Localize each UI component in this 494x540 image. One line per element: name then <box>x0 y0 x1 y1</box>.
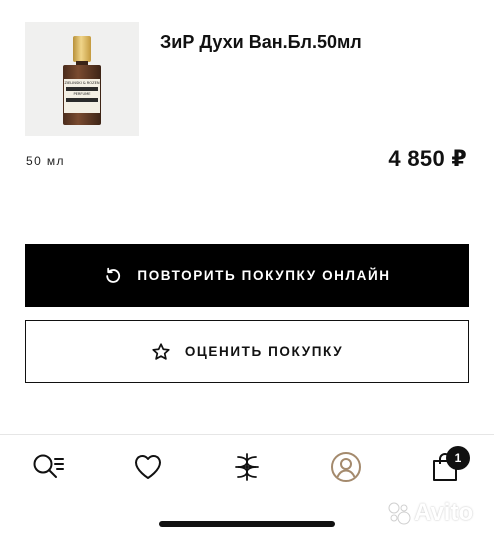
watermark-text: Avito <box>414 499 474 526</box>
heart-icon <box>134 454 162 479</box>
avito-logo-icon <box>388 502 411 525</box>
product-price: 4 850 ₽ <box>388 146 467 171</box>
bottle-label-brand: ZIELINSKI & ROZEN <box>64 81 100 85</box>
product-title[interactable]: ЗиР Духи Ван.Бл.50мл <box>160 32 362 53</box>
tab-catalog[interactable] <box>230 450 264 484</box>
product-image[interactable]: ZIELINSKI & ROZEN PERFUME <box>25 22 139 136</box>
profile-icon <box>331 452 361 482</box>
rate-purchase-label: ОЦЕНИТЬ ПОКУПКУ <box>184 344 344 359</box>
repeat-purchase-label: ПОВТОРИТЬ ПОКУПКУ ОНЛАЙН <box>137 268 391 283</box>
rate-purchase-button[interactable]: ОЦЕНИТЬ ПОКУПКУ <box>25 320 469 383</box>
product-volume: 50 мл <box>26 154 65 168</box>
tab-search[interactable] <box>32 450 66 484</box>
brand-logo-icon <box>235 453 259 481</box>
repeat-icon <box>103 266 123 286</box>
perfume-bottle-image: ZIELINSKI & ROZEN PERFUME <box>63 36 101 126</box>
home-indicator[interactable] <box>159 521 335 527</box>
cart-count-badge: 1 <box>446 446 470 470</box>
tab-profile[interactable] <box>329 450 363 484</box>
tab-favorites[interactable] <box>131 450 165 484</box>
star-icon <box>151 342 171 362</box>
search-list-icon <box>33 454 64 478</box>
bottle-label-type: PERFUME <box>73 92 91 96</box>
avito-watermark: Avito <box>386 497 482 529</box>
repeat-purchase-button[interactable]: ПОВТОРИТЬ ПОКУПКУ ОНЛАЙН <box>25 244 469 307</box>
